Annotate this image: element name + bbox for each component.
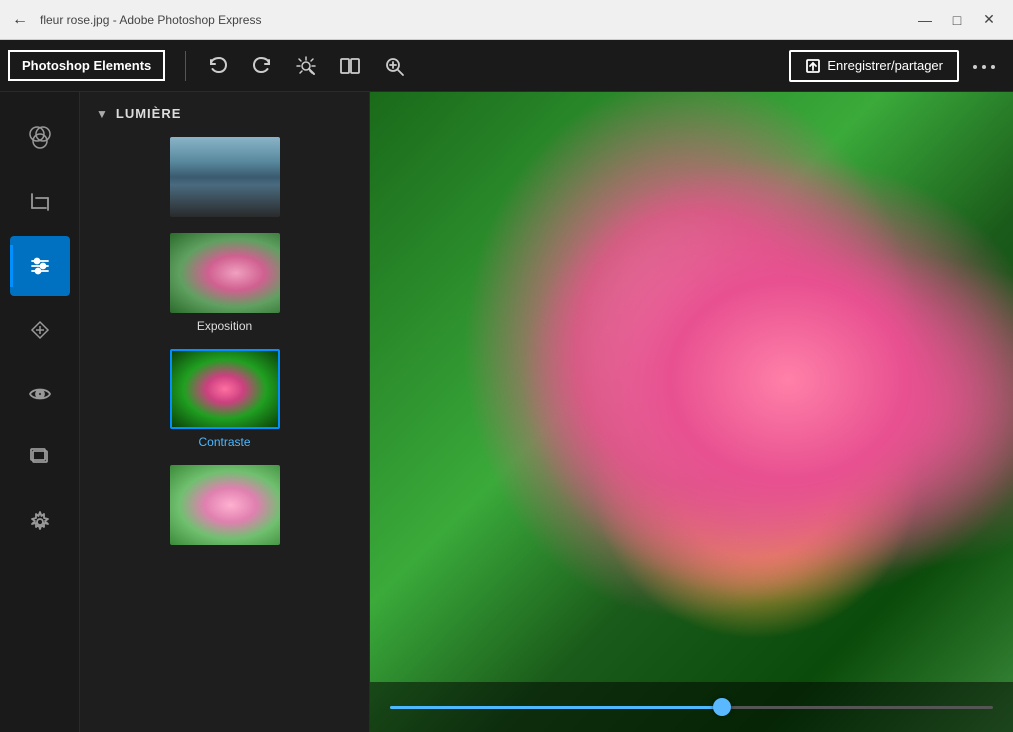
- compare-icon: [339, 55, 361, 77]
- close-button[interactable]: ✕: [977, 8, 1001, 32]
- thumbnail-building: [170, 137, 280, 217]
- list-item[interactable]: Contraste: [80, 343, 369, 459]
- magic-icon: [295, 55, 317, 77]
- left-sidebar: [0, 92, 80, 732]
- sidebar-item-eye[interactable]: [10, 364, 70, 424]
- zoom-button[interactable]: [374, 46, 414, 86]
- crop-icon: [28, 190, 52, 214]
- back-button[interactable]: ←: [12, 11, 28, 29]
- toolbar-divider-1: [185, 51, 186, 81]
- save-icon: [805, 58, 821, 74]
- main-image: [370, 92, 1013, 732]
- more-options-button[interactable]: [963, 49, 1005, 82]
- thumbnail-exposition: [170, 233, 280, 313]
- sidebar-item-colors[interactable]: [10, 108, 70, 168]
- sidebar-item-adjustments[interactable]: [10, 236, 70, 296]
- more-icon: [973, 63, 995, 71]
- window-controls: — □ ✕: [913, 8, 1001, 32]
- list-item[interactable]: [80, 131, 369, 227]
- title-bar: ← fleur rose.jpg - Adobe Photoshop Expre…: [0, 0, 1013, 40]
- section-title: LUMIÈRE: [116, 106, 182, 121]
- sidebar-item-healing[interactable]: [10, 300, 70, 360]
- layers-icon: [28, 446, 52, 470]
- zoom-icon: [383, 55, 405, 77]
- redo-icon: [251, 55, 273, 77]
- main-layout: ▼ LUMIÈRE Exposition Contraste: [0, 92, 1013, 732]
- undo-button[interactable]: [198, 46, 238, 86]
- compare-button[interactable]: [330, 46, 370, 86]
- list-item[interactable]: Exposition: [80, 227, 369, 343]
- thumbnail-contraste: [170, 349, 280, 429]
- panel-area: ▼ LUMIÈRE Exposition Contraste: [80, 92, 370, 732]
- healing-icon: [28, 318, 52, 342]
- panel-header: ▼ LUMIÈRE: [80, 92, 369, 131]
- top-toolbar: Photoshop Elements: [0, 40, 1013, 92]
- slider-container: [370, 682, 1013, 732]
- sidebar-item-crop[interactable]: [10, 172, 70, 232]
- adjustments-icon: [28, 254, 52, 278]
- color-wheel-icon: [27, 125, 53, 151]
- slider-fill: [390, 706, 722, 709]
- canvas-area: [370, 92, 1013, 732]
- save-label: Enregistrer/partager: [827, 58, 943, 73]
- list-item[interactable]: [80, 459, 369, 555]
- exposition-label: Exposition: [197, 319, 252, 333]
- settings-icon: [28, 510, 52, 534]
- eye-icon: [28, 382, 52, 406]
- undo-icon: [207, 55, 229, 77]
- magic-button[interactable]: [286, 46, 326, 86]
- chevron-down-icon: ▼: [96, 107, 108, 121]
- thumbnail-light: [170, 465, 280, 545]
- minimize-button[interactable]: —: [913, 8, 937, 32]
- maximize-button[interactable]: □: [945, 8, 969, 32]
- slider-thumb[interactable]: [713, 698, 731, 716]
- app-logo: Photoshop Elements: [8, 50, 165, 81]
- save-share-button[interactable]: Enregistrer/partager: [789, 50, 959, 82]
- sidebar-item-layers[interactable]: [10, 428, 70, 488]
- contraste-label: Contraste: [198, 435, 250, 449]
- window-title: fleur rose.jpg - Adobe Photoshop Express: [40, 13, 901, 27]
- redo-button[interactable]: [242, 46, 282, 86]
- slider-track[interactable]: [390, 706, 993, 709]
- sidebar-item-settings[interactable]: [10, 492, 70, 552]
